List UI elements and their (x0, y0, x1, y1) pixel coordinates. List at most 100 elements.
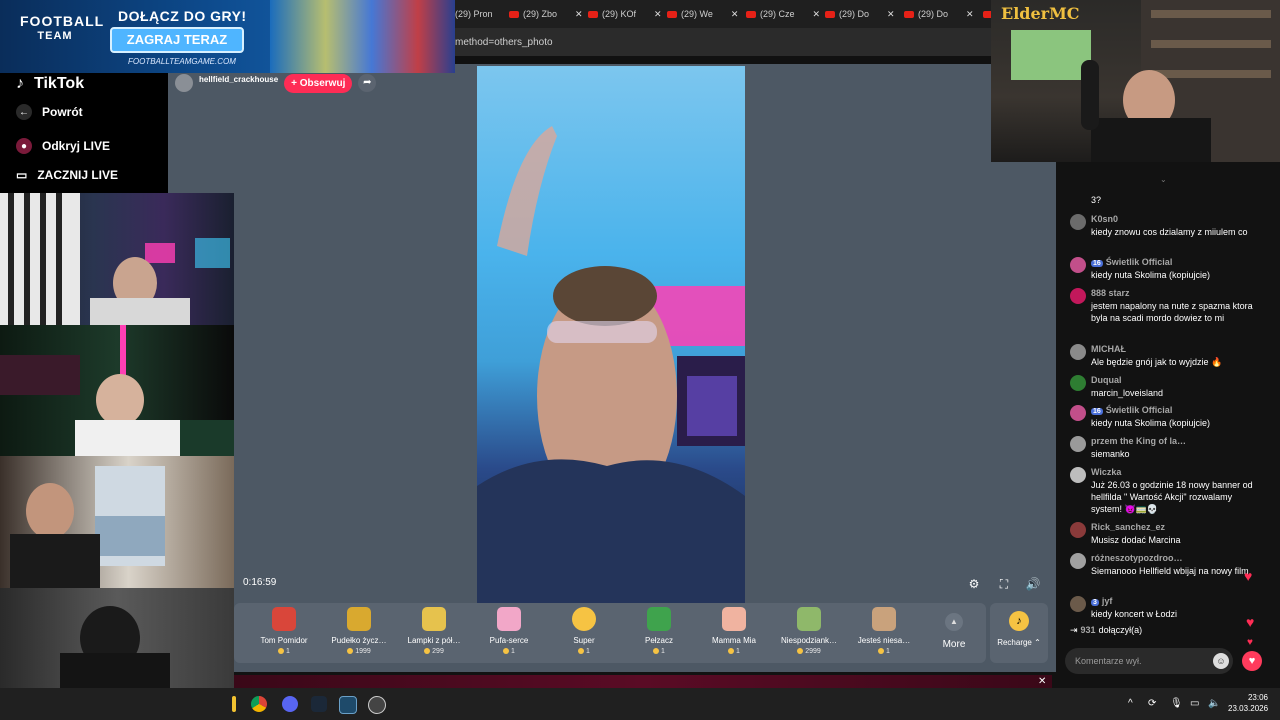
gift-icon (797, 607, 821, 631)
avatar[interactable] (1070, 553, 1086, 569)
gift-item[interactable]: Pufa-serce 1 (472, 607, 546, 655)
microphone-icon[interactable]: 🎙 (1170, 698, 1183, 709)
coin-icon (347, 648, 354, 655)
ad-banner[interactable]: FOOTBALL TEAM DOŁĄCZ DO GRY! ZAGRAJ TERA… (0, 0, 455, 73)
comment-input[interactable]: Komentarze wył. (1065, 648, 1233, 674)
heart-icon: ♥ (1246, 614, 1255, 630)
gift-item[interactable]: Lampki z pół… 299 (397, 607, 471, 655)
coin-icon (503, 648, 510, 655)
gift-item[interactable]: Pełzacz 1 (622, 607, 696, 655)
join-icon: ⇥ (1070, 625, 1078, 635)
chevron-down-icon[interactable]: ⌄ (1160, 175, 1167, 184)
more-gifts-button[interactable]: ▲ More (936, 613, 972, 655)
webcam-scene (10, 466, 165, 588)
youtube-icon (904, 10, 914, 18)
live-icon: ● (16, 138, 32, 154)
browser-tab[interactable]: (29) Do ✕ (904, 6, 974, 22)
avatar[interactable] (1070, 596, 1086, 612)
close-icon[interactable]: ✕ (813, 9, 821, 20)
steam-icon[interactable] (311, 696, 327, 712)
gift-item[interactable]: Mamma Mia 1 (697, 607, 771, 655)
close-icon[interactable]: ✕ (966, 9, 974, 20)
back-button[interactable]: ← Powrót (16, 104, 83, 120)
avatar[interactable] (1070, 257, 1086, 273)
coin-icon (797, 648, 804, 655)
close-icon[interactable]: ✕ (731, 9, 739, 20)
volume-icon[interactable]: 🔈 (1208, 698, 1220, 709)
close-icon[interactable]: ✕ (1038, 676, 1046, 687)
share-icon[interactable]: ➦ (358, 74, 377, 92)
avatar[interactable] (1070, 375, 1086, 391)
emoji-icon[interactable]: ☺ (1213, 653, 1229, 669)
discord-icon[interactable] (282, 696, 298, 712)
webcam-scene (0, 325, 234, 456)
avatar[interactable] (1070, 436, 1086, 452)
fullscreen-icon[interactable]: ⛶ (996, 576, 1012, 592)
folder-icon[interactable] (232, 696, 236, 712)
webcam-feed (0, 588, 234, 688)
coin-icon (878, 648, 885, 655)
youtube-icon (588, 10, 598, 18)
coin-icon: ♪ (1009, 611, 1029, 631)
settings-icon[interactable]: ⚙ (966, 576, 982, 592)
gift-item[interactable]: Pudełko życz… 1999 (322, 607, 396, 655)
browser-tab[interactable]: (29) Cze ✕ (746, 6, 820, 22)
heart-icon: ♥ (1247, 637, 1253, 648)
close-icon[interactable]: ✕ (887, 9, 895, 20)
gift-icon (722, 607, 746, 631)
gift-icon (647, 607, 671, 631)
avatar[interactable] (1070, 288, 1086, 304)
ad-headline: DOŁĄCZ DO GRY! (118, 8, 247, 24)
gift-icon (872, 607, 896, 631)
browser-tab[interactable]: (29) Do ✕ (825, 6, 895, 22)
gift-item[interactable]: Niespodziank… 2999 (772, 607, 846, 655)
avatar[interactable] (1070, 522, 1086, 538)
tiktok-logo[interactable]: ♪ TikTok (16, 75, 84, 93)
address-bar[interactable]: method=others_photo (455, 28, 991, 56)
browser-tab[interactable]: (29) Zbo ✕ (509, 6, 583, 22)
streamer-avatar[interactable] (175, 74, 193, 92)
like-button[interactable]: ♥ (1242, 651, 1262, 671)
follow-button[interactable]: + Obserwuj (284, 73, 353, 93)
youtube-icon (509, 10, 519, 18)
live-video[interactable] (477, 66, 745, 603)
sync-icon[interactable]: ⟳ (1148, 698, 1156, 709)
avatar[interactable] (1070, 344, 1086, 360)
gift-item[interactable]: Super 1 (547, 607, 621, 655)
arrow-left-icon: ← (16, 104, 32, 120)
discover-live-link[interactable]: ● Odkryj LIVE (16, 138, 110, 154)
browser-tab-strip: (29) Pron✕ (29) Zbo✕ (29) KOf✕ (29) We✕ … (455, 0, 993, 28)
gift-icon (572, 607, 596, 631)
youtube-icon (746, 10, 756, 18)
coin-icon (728, 648, 735, 655)
start-live-link[interactable]: ▭ ZACZNIJ LIVE (16, 168, 118, 182)
youtube-icon (667, 10, 677, 18)
ad-logo: FOOTBALL TEAM (20, 13, 105, 43)
recharge-button[interactable]: ♪ Recharge ⌃ (990, 603, 1048, 663)
ad-cta-button[interactable]: ZAGRAJ TERAZ (110, 27, 244, 53)
streamer-username[interactable]: hellfield_crackhouse (199, 75, 278, 84)
avatar[interactable] (1070, 467, 1086, 483)
stream-timer: 0:16:59 (243, 577, 277, 588)
gift-icon (497, 607, 521, 631)
avatar[interactable] (1070, 214, 1086, 230)
taskbar-clock[interactable]: 23:06 23.03.2026 (1228, 692, 1268, 714)
browser-tab[interactable]: (29) We ✕ (667, 6, 738, 22)
gift-icon (272, 607, 296, 631)
url-text: method=others_photo (455, 37, 553, 48)
webcam-scene (1011, 0, 1280, 162)
close-icon[interactable]: ✕ (575, 9, 583, 20)
obs-icon[interactable] (368, 696, 386, 714)
xbox-icon[interactable] (339, 696, 357, 714)
chrome-icon[interactable] (251, 696, 267, 712)
gift-item[interactable]: Tom Pomidor 1 (247, 607, 321, 655)
gift-item[interactable]: Jesteś niesa… 1 (847, 607, 921, 655)
chevron-up-icon: ▲ (945, 613, 963, 631)
youtube-icon (825, 10, 835, 18)
chevron-up-icon[interactable]: ^ (1128, 698, 1133, 709)
browser-tab[interactable]: (29) KOf ✕ (588, 6, 662, 22)
close-icon[interactable]: ✕ (654, 9, 662, 20)
avatar[interactable] (1070, 405, 1086, 421)
network-icon[interactable]: ▭ (1190, 698, 1199, 709)
volume-icon[interactable]: 🔊 (1025, 576, 1041, 592)
